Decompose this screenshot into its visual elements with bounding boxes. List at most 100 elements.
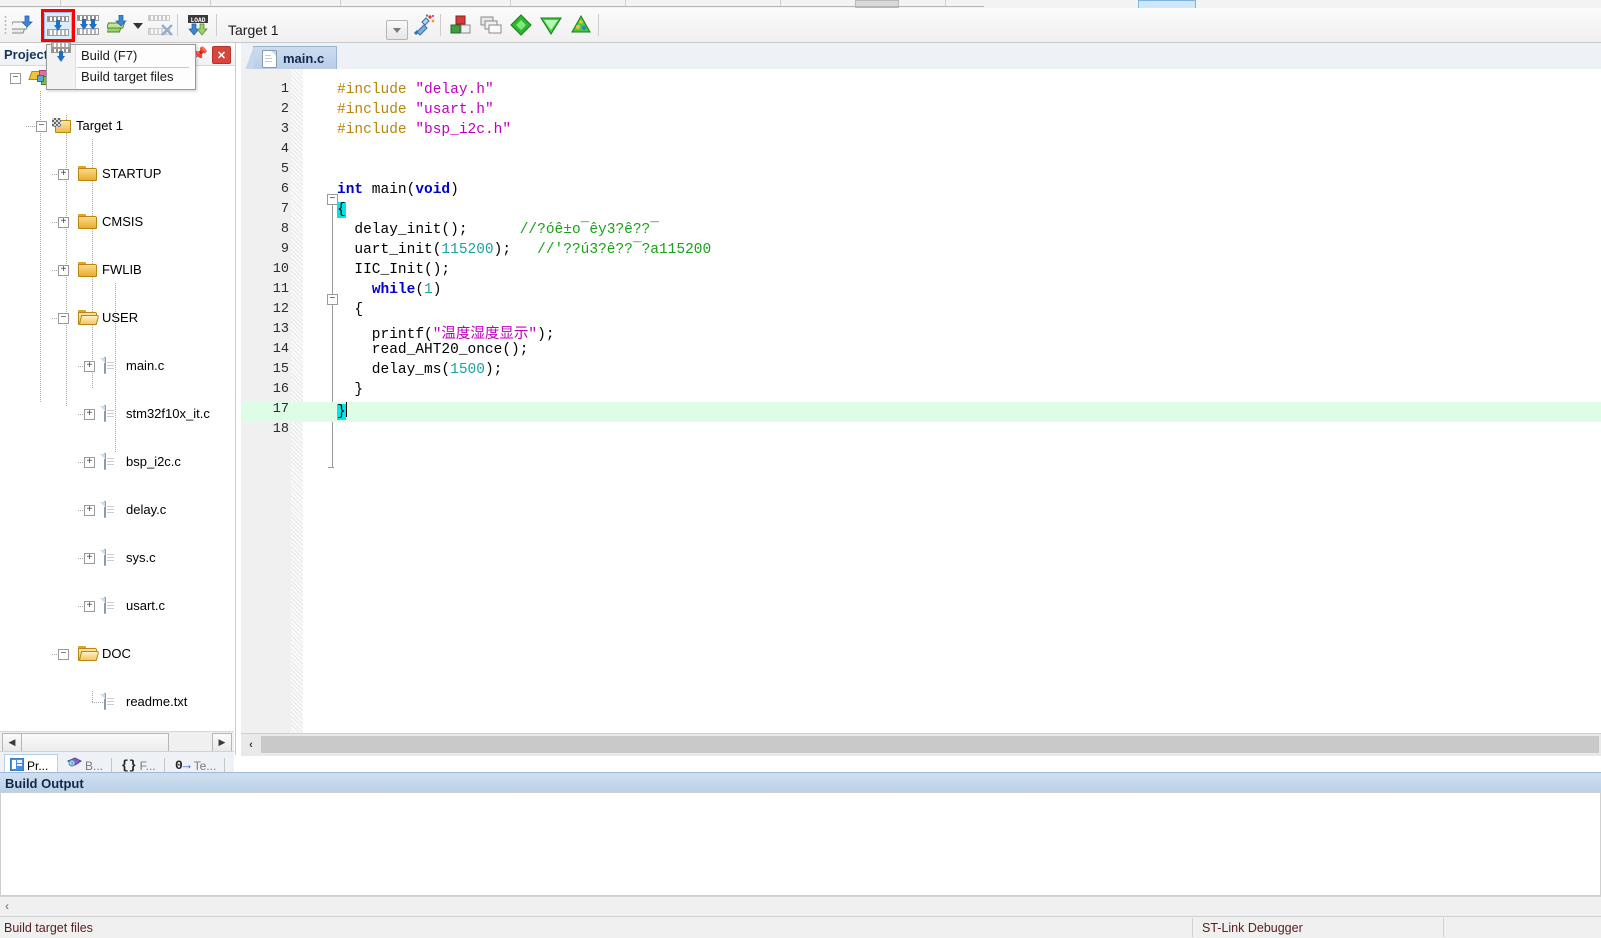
svg-text:LOAD: LOAD xyxy=(191,17,206,24)
tree-item-label: readme.txt xyxy=(126,694,188,709)
tree-item-usart-c[interactable]: + usart.c xyxy=(0,595,235,619)
tree-item-cmsis[interactable]: + CMSIS xyxy=(0,211,235,235)
scroll-left-arrow[interactable]: ◀ xyxy=(2,733,22,752)
tree-item-main-c[interactable]: + main.c xyxy=(0,355,235,379)
code-line-10[interactable]: 10 IIC_Init(); xyxy=(241,262,1601,282)
code-text[interactable]: IIC_Init(); xyxy=(337,262,450,278)
expander-toggle[interactable]: + xyxy=(58,265,69,276)
expander-toggle[interactable]: + xyxy=(84,457,95,468)
tree-item-fwlib[interactable]: + FWLIB xyxy=(0,259,235,283)
code-line-9[interactable]: 9 uart_init(115200); //'??ú3?ê??¯?a11520… xyxy=(241,242,1601,262)
tree-item-doc[interactable]: − DOC xyxy=(0,643,235,667)
code-line-13[interactable]: 13 printf("温度湿度显示"); xyxy=(241,322,1601,343)
code-text[interactable]: delay_ms(1500); xyxy=(337,362,503,378)
expander-toggle[interactable]: − xyxy=(36,121,47,132)
build-output-title: Build Output xyxy=(5,776,84,791)
project-tree[interactable]: − − Target 1 + STARTUP + CMSIS + FWLIB −… xyxy=(0,67,235,731)
code-text[interactable]: while(1) xyxy=(337,282,442,298)
code-line-8[interactable]: 8 delay_init(); //?óê±o¯êy3?ê??¯ xyxy=(241,222,1601,242)
tree-item-bsp-i2c-c[interactable]: + bsp_i2c.c xyxy=(0,451,235,475)
code-text[interactable]: #include "delay.h" xyxy=(337,82,494,98)
tree-item-user[interactable]: − USER xyxy=(0,307,235,331)
code-line-6[interactable]: 6 int main(void) xyxy=(241,182,1601,202)
batch-build-icon[interactable] xyxy=(105,12,131,38)
code-line-16[interactable]: 16 } xyxy=(241,382,1601,402)
code-line-4[interactable]: 4 xyxy=(241,142,1601,162)
close-icon[interactable]: ✕ xyxy=(212,46,231,64)
tree-item-sys-c[interactable]: + sys.c xyxy=(0,547,235,571)
editor-tab-main-c[interactable]: main.c xyxy=(244,46,338,70)
build-output-body[interactable] xyxy=(0,792,1601,896)
code-text[interactable]: int main(void) xyxy=(337,182,459,198)
code-text[interactable]: { xyxy=(337,302,363,318)
code-line-11[interactable]: 11 while(1) xyxy=(241,282,1601,302)
configuration-wizard-icon[interactable] xyxy=(568,12,594,38)
scroll-right-arrow[interactable]: ▶ xyxy=(212,733,232,752)
tree-item-delay-c[interactable]: + delay.c xyxy=(0,499,235,523)
code-text[interactable]: #include "bsp_i2c.h" xyxy=(337,122,511,138)
expander-toggle[interactable]: + xyxy=(58,217,69,228)
expander-toggle[interactable]: + xyxy=(84,601,95,612)
target-selector-label[interactable]: Target 1 xyxy=(228,22,279,38)
code-line-3[interactable]: 3 #include "bsp_i2c.h" xyxy=(241,122,1601,142)
editor-tab-label: main.c xyxy=(283,51,325,66)
code-text[interactable]: delay_init(); //?óê±o¯êy3?ê??¯ xyxy=(337,222,659,238)
build-context-menu[interactable]: Build (F7) Build target files xyxy=(46,42,196,90)
code-text[interactable]: printf("温度湿度显示"); xyxy=(337,322,555,343)
download-icon[interactable]: LOAD xyxy=(185,12,211,38)
tree-item-target-1[interactable]: − Target 1 xyxy=(0,115,235,139)
scroll-left-arrow[interactable]: ‹ xyxy=(243,736,259,753)
keil-uvision-window: LOAD Target 1 Project 📌 ✕ − − Target 1 +… xyxy=(0,0,1601,938)
manage-project-icon[interactable] xyxy=(448,12,474,38)
code-line-18[interactable]: 18 xyxy=(241,422,1601,442)
code-text[interactable]: read_AHT20_once(); xyxy=(337,342,529,358)
code-line-1[interactable]: 1 #include "delay.h" xyxy=(241,82,1601,102)
manage-rte-icon[interactable] xyxy=(538,12,564,38)
line-number: 6 xyxy=(280,182,289,197)
pack-installer-icon[interactable] xyxy=(508,12,534,38)
code-text[interactable]: { xyxy=(337,202,346,218)
line-number: 7 xyxy=(280,202,289,217)
rebuild-icon[interactable] xyxy=(75,12,101,38)
line-number: 12 xyxy=(272,302,289,317)
project-panel-hscrollbar[interactable]: ◀ ▶ xyxy=(0,731,234,752)
code-editor[interactable]: − − 1 #include "delay.h" 2 #include "usart.… xyxy=(241,69,1601,755)
expander-toggle[interactable]: − xyxy=(58,313,69,324)
code-text[interactable]: } xyxy=(337,382,363,398)
code-line-17[interactable]: 17} xyxy=(241,402,1601,422)
translate-icon[interactable] xyxy=(10,12,36,38)
menu-item-build-target-files[interactable]: Build target files xyxy=(47,66,195,87)
code-text[interactable]: uart_init(115200); //'??ú3?ê??¯?a115200 xyxy=(337,242,711,258)
tree-item-readme-txt[interactable]: readme.txt xyxy=(0,691,235,715)
expander-toggle[interactable]: + xyxy=(84,505,95,516)
line-number: 5 xyxy=(280,162,289,177)
code-line-5[interactable]: 5 xyxy=(241,162,1601,182)
stop-build-icon[interactable] xyxy=(146,12,173,38)
tree-item-startup[interactable]: + STARTUP xyxy=(0,163,235,187)
batch-build-dropdown-arrow[interactable] xyxy=(133,23,143,29)
scroll-left-arrow[interactable]: ‹ xyxy=(5,899,9,913)
scroll-track[interactable] xyxy=(261,736,1599,753)
expander-toggle[interactable]: − xyxy=(58,649,69,660)
expander-toggle[interactable]: − xyxy=(10,73,21,84)
target-options-icon[interactable] xyxy=(410,12,436,38)
editor-hscrollbar[interactable]: ‹ xyxy=(241,733,1601,756)
code-line-14[interactable]: 14 read_AHT20_once(); xyxy=(241,342,1601,362)
code-line-12[interactable]: 12 { xyxy=(241,302,1601,322)
expander-toggle[interactable]: + xyxy=(84,409,95,420)
tree-item-label: stm32f10x_it.c xyxy=(126,406,210,421)
code-line-2[interactable]: 2 #include "usart.h" xyxy=(241,102,1601,122)
code-text[interactable]: #include "usart.h" xyxy=(337,102,494,118)
expander-toggle[interactable]: + xyxy=(58,169,69,180)
code-line-15[interactable]: 15 delay_ms(1500); xyxy=(241,362,1601,382)
target-dropdown-arrow[interactable] xyxy=(386,20,408,40)
code-text[interactable]: } xyxy=(337,402,347,420)
toolbar-grip[interactable] xyxy=(4,15,7,35)
code-line-7[interactable]: 7{ xyxy=(241,202,1601,222)
expander-toggle[interactable]: + xyxy=(84,361,95,372)
tree-item-stm32f10x-it-c[interactable]: + stm32f10x_it.c xyxy=(0,403,235,427)
scroll-thumb[interactable] xyxy=(21,733,169,752)
multi-project-icon[interactable] xyxy=(478,12,504,38)
build-output-hscrollbar[interactable]: ‹ xyxy=(0,896,1601,917)
expander-toggle[interactable]: + xyxy=(84,553,95,564)
